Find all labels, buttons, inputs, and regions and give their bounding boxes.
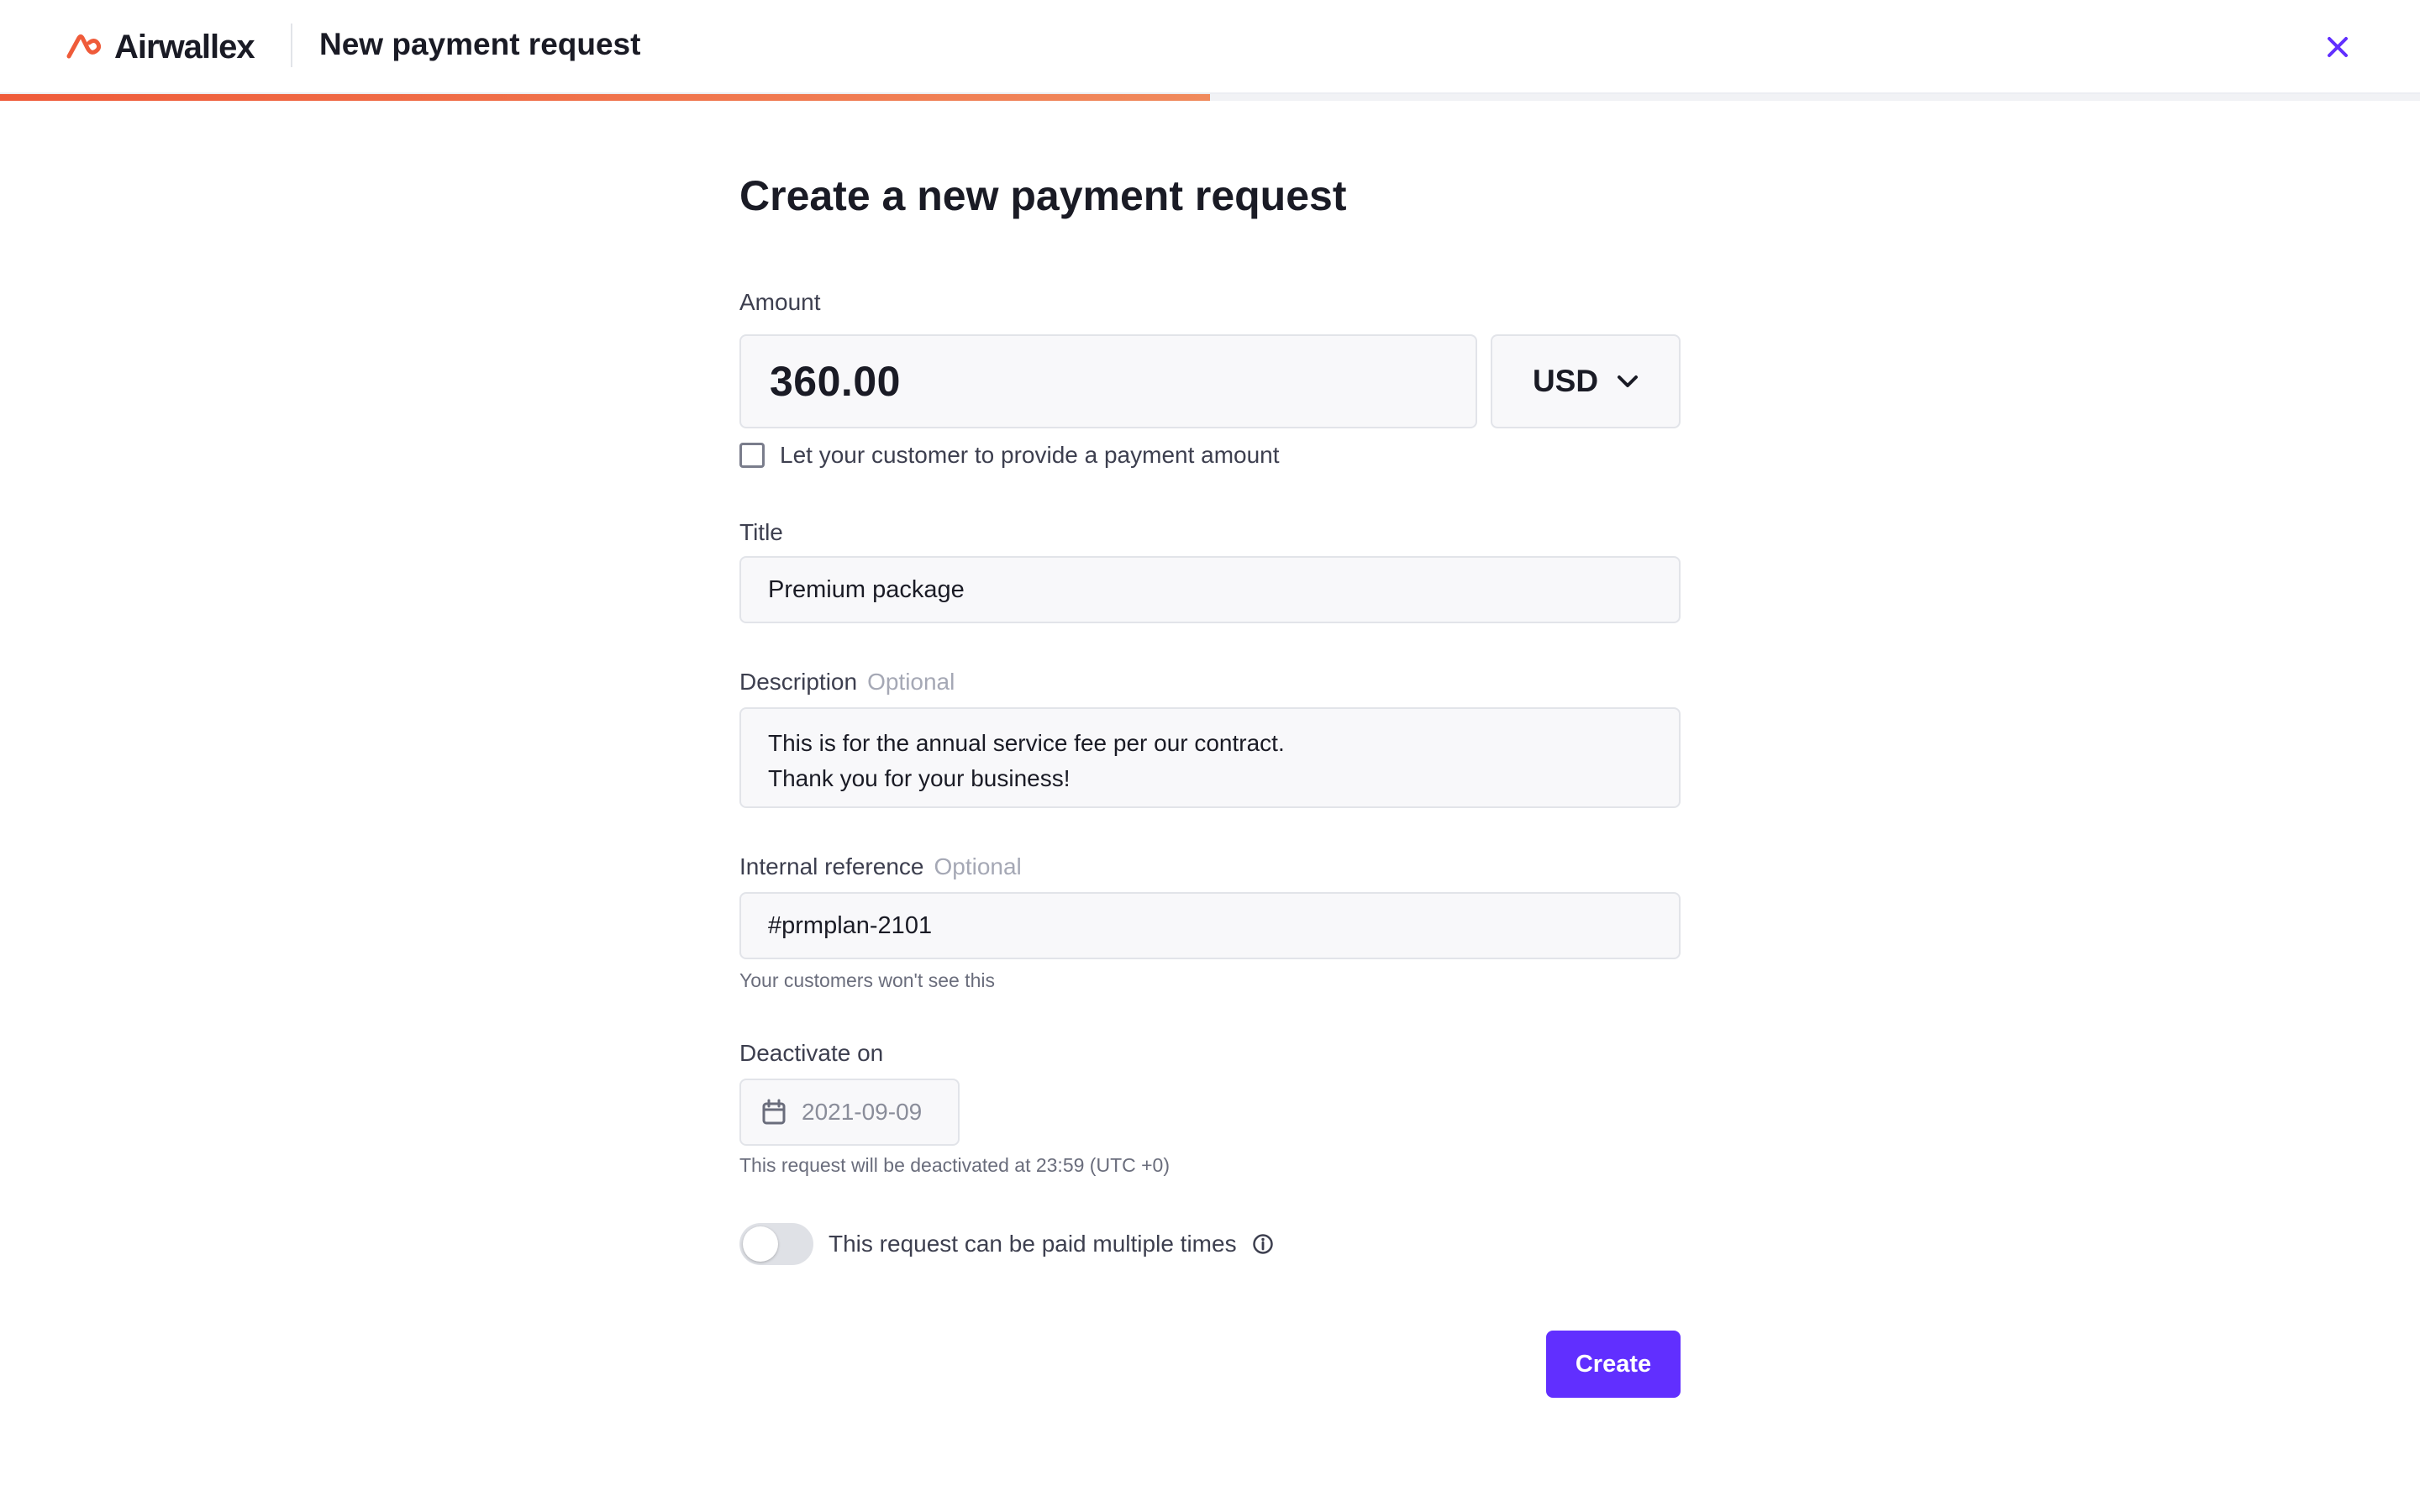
description-line: This is for the annual service fee per o… [768,730,1285,756]
airwallex-logo-icon [66,34,102,59]
top-header: Airwallex New payment request [0,0,2420,94]
custom-amount-checkbox[interactable] [739,443,765,468]
page-title: Create a new payment request [739,172,1347,219]
internal-reference-optional-tag: Optional [934,853,1022,879]
page-header-title: New payment request [319,27,641,61]
close-button[interactable] [2321,30,2354,64]
header-divider [291,24,292,67]
multiple-payments-label: This request can be paid multiple times [829,1231,1237,1257]
calendar-icon [762,1099,786,1125]
currency-value: USD [1532,364,1599,398]
custom-amount-row: Let your customer to provide a payment a… [739,442,1280,469]
description-label: Description Optional [739,669,955,696]
title-label: Title [739,519,783,545]
internal-reference-hint: Your customers won't see this [739,969,995,991]
progress-fill [0,94,1210,101]
info-icon[interactable] [1252,1233,1274,1255]
chevron-down-icon [1618,375,1639,387]
custom-amount-label[interactable]: Let your customer to provide a payment a… [780,442,1280,469]
amount-label: Amount [739,289,821,315]
create-button[interactable]: Create [1546,1331,1681,1398]
amount-input[interactable]: 360.00 [739,334,1477,428]
internal-reference-label: Internal reference Optional [739,853,1022,880]
description-line: Thank you for your business! [768,765,1071,791]
deactivate-hint: This request will be deactivated at 23:5… [739,1154,1170,1176]
toggle-knob [743,1226,778,1262]
progress-bar [0,94,2420,101]
title-input[interactable]: Premium package [739,556,1681,623]
deactivate-date-value: 2021-09-09 [802,1099,923,1125]
description-textarea[interactable]: This is for the annual service fee per o… [739,707,1681,808]
internal-reference-input[interactable]: #prmplan-2101 [739,892,1681,959]
close-icon [2328,37,2348,57]
airwallex-logo[interactable]: Airwallex [66,29,255,66]
currency-select[interactable]: USD [1491,334,1681,428]
multiple-payments-toggle[interactable] [739,1223,813,1265]
internal-reference-label-text: Internal reference [739,853,924,879]
description-label-text: Description [739,669,858,695]
multiple-payments-row: This request can be paid multiple times [739,1223,1274,1265]
deactivate-date-input[interactable]: 2021-09-09 [739,1079,960,1146]
deactivate-label: Deactivate on [739,1040,884,1066]
logo-text: Airwallex [114,28,255,66]
description-optional-tag: Optional [867,669,955,695]
